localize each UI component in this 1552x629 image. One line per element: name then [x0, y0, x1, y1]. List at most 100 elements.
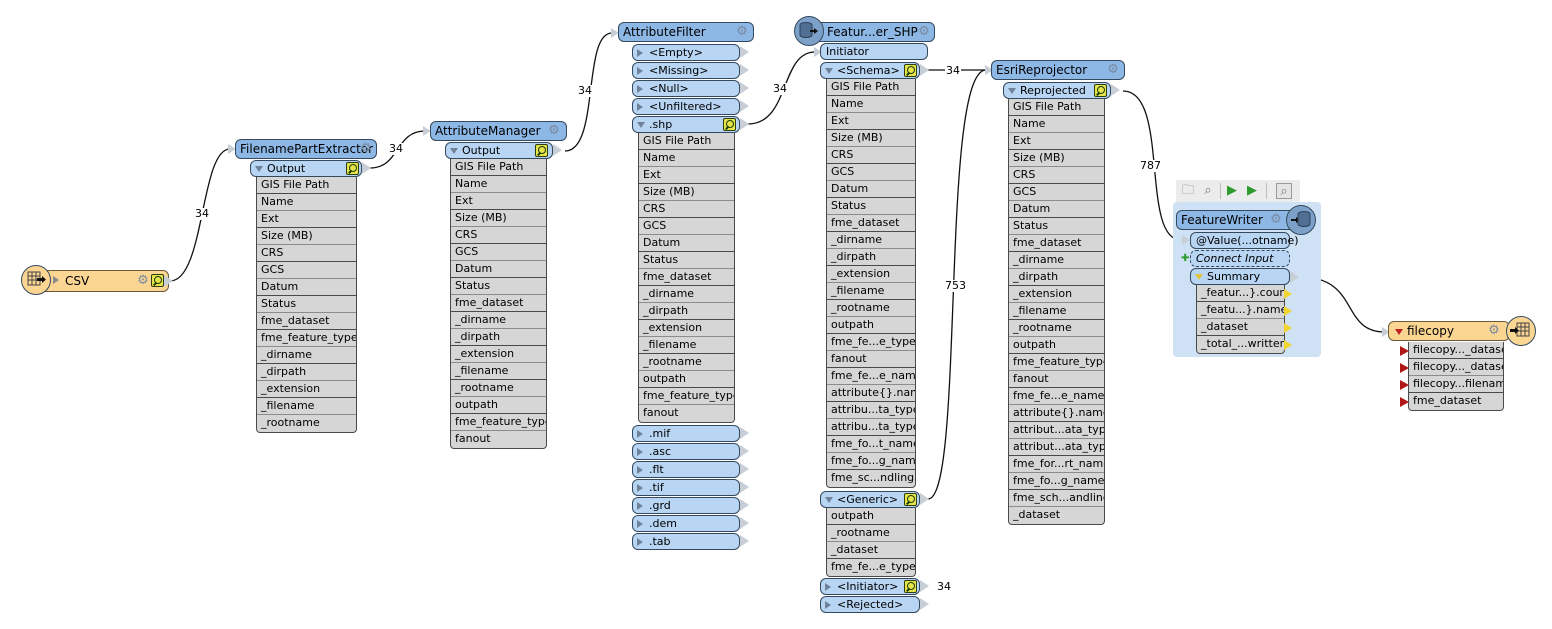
- output-port[interactable]: <Unfiltered>: [632, 98, 740, 115]
- attribute-row[interactable]: attribu...ta_type: [827, 419, 915, 436]
- attribute-output-port-icon[interactable]: [1284, 340, 1292, 350]
- attribute-row[interactable]: fme_fo...g_name: [1009, 473, 1104, 490]
- attribute-row[interactable]: fme_feature_type: [257, 330, 356, 347]
- attribute-row[interactable]: _extension: [827, 266, 915, 283]
- attribute-row[interactable]: fme_dataset: [1009, 235, 1104, 252]
- connect-input-port[interactable]: Connect Input: [1190, 250, 1290, 267]
- attribute-row[interactable]: _featu...}.name: [1197, 302, 1284, 319]
- transformer-header[interactable]: AttributeFilter ⚙: [618, 22, 754, 42]
- inspect-icon[interactable]: [904, 493, 917, 506]
- output-port[interactable]: .mif: [632, 425, 740, 442]
- collapse-icon[interactable]: [255, 166, 263, 172]
- attribute-row[interactable]: _filename: [827, 283, 915, 300]
- collapse-icon[interactable]: [637, 122, 645, 128]
- input-port-icon[interactable]: [1182, 235, 1190, 245]
- attribute-row[interactable]: Size (MB): [257, 228, 356, 245]
- attribute-row[interactable]: fme_feature_type: [451, 414, 546, 431]
- output-port-icon[interactable]: [740, 499, 749, 511]
- output-port[interactable]: .grd: [632, 497, 740, 514]
- output-port-icon[interactable]: [740, 82, 749, 94]
- attribute-row[interactable]: _dirname: [639, 286, 734, 303]
- expand-icon[interactable]: [53, 276, 59, 284]
- attribute-row[interactable]: _rootname: [257, 415, 356, 432]
- attribute-row[interactable]: fanout: [1009, 371, 1104, 388]
- attribute-row[interactable]: _dirpath: [257, 364, 356, 381]
- collapse-icon[interactable]: [825, 497, 833, 503]
- attribute-row[interactable]: fme_for...rt_name: [1009, 456, 1104, 473]
- attribute-row[interactable]: Size (MB): [451, 210, 546, 227]
- attribute-row[interactable]: GIS File Path: [639, 133, 734, 150]
- attribute-row[interactable]: filecopy...filename: [1409, 376, 1503, 393]
- expand-icon[interactable]: [637, 466, 643, 474]
- attribute-row[interactable]: fme_feature_type: [639, 388, 734, 405]
- attribute-row[interactable]: Datum: [257, 279, 356, 296]
- inspect-icon[interactable]: ⌕: [1200, 183, 1216, 199]
- attribute-row[interactable]: outpath: [451, 397, 546, 414]
- inspect-cache-icon[interactable]: ⌕: [1276, 183, 1292, 199]
- attribute-row[interactable]: GIS File Path: [1009, 99, 1104, 116]
- attribute-row[interactable]: CRS: [1009, 167, 1104, 184]
- attribute-row[interactable]: Status: [639, 252, 734, 269]
- attribute-row[interactable]: _rootname: [1009, 320, 1104, 337]
- expand-icon[interactable]: [637, 484, 643, 492]
- attribute-row[interactable]: Status: [451, 278, 546, 295]
- attribute-row[interactable]: Name: [639, 150, 734, 167]
- attribute-row[interactable]: Name: [257, 194, 356, 211]
- attribute-row[interactable]: outpath: [1009, 337, 1104, 354]
- attribute-row[interactable]: CRS: [451, 227, 546, 244]
- attribute-row[interactable]: outpath: [827, 317, 915, 334]
- attribute-row[interactable]: CRS: [639, 201, 734, 218]
- attribute-input-port-icon[interactable]: [1400, 397, 1409, 407]
- inspect-icon[interactable]: [1094, 84, 1107, 97]
- attribute-row[interactable]: Size (MB): [1009, 150, 1104, 167]
- gear-icon[interactable]: ⚙: [735, 25, 749, 39]
- output-port-icon[interactable]: [920, 598, 929, 610]
- inspect-icon[interactable]: [904, 64, 917, 77]
- output-port-icon[interactable]: [740, 427, 749, 439]
- attribute-row[interactable]: filecopy..._dataset: [1409, 342, 1503, 359]
- output-port-icon[interactable]: [740, 118, 749, 130]
- run-from-this-icon[interactable]: ▶: [1244, 183, 1260, 199]
- attribute-row[interactable]: _total_...written: [1197, 336, 1284, 353]
- output-port[interactable]: .asc: [632, 443, 740, 460]
- inspect-icon[interactable]: [535, 144, 548, 157]
- inspect-icon[interactable]: [346, 162, 359, 175]
- attribute-row[interactable]: fme_sc...ndling: [827, 470, 915, 487]
- collapse-icon[interactable]: [1395, 329, 1403, 335]
- inspect-icon[interactable]: [904, 580, 917, 593]
- reprojected-output-port[interactable]: Reprojected: [1003, 82, 1111, 99]
- attribute-row[interactable]: Status: [257, 296, 356, 313]
- expand-icon[interactable]: [825, 583, 831, 591]
- attribute-row[interactable]: Ext: [451, 193, 546, 210]
- attribute-row[interactable]: Ext: [827, 113, 915, 130]
- expand-icon[interactable]: [637, 430, 643, 438]
- attribute-row[interactable]: Name: [827, 96, 915, 113]
- transformer-header[interactable]: Featur...er_SHP ⚙: [812, 22, 935, 42]
- output-port[interactable]: .flt: [632, 461, 740, 478]
- attribute-row[interactable]: _extension: [639, 320, 734, 337]
- attribute-row[interactable]: _rootname: [827, 525, 915, 542]
- attribute-row[interactable]: GIS File Path: [827, 79, 915, 96]
- attribute-row[interactable]: _filename: [639, 337, 734, 354]
- attribute-input-port-icon[interactable]: [1400, 346, 1409, 356]
- output-port-icon[interactable]: [362, 162, 371, 174]
- collapse-icon[interactable]: [1195, 274, 1203, 280]
- open-dataset-icon[interactable]: 🗀: [1180, 183, 1196, 199]
- attribute-row[interactable]: fme_dataset: [1409, 393, 1503, 410]
- attribute-row[interactable]: _filename: [451, 363, 546, 380]
- output-port-icon[interactable]: [1111, 84, 1120, 96]
- output-port[interactable]: .dem: [632, 515, 740, 532]
- attribute-row[interactable]: _extension: [451, 346, 546, 363]
- output-port-icon[interactable]: [553, 144, 562, 156]
- attribute-row[interactable]: Size (MB): [639, 184, 734, 201]
- attribute-row[interactable]: outpath: [639, 371, 734, 388]
- attribute-row[interactable]: Datum: [639, 235, 734, 252]
- output-port-icon[interactable]: [740, 517, 749, 529]
- transformer-header[interactable]: EsriReprojector ⚙: [991, 60, 1125, 80]
- attribute-row[interactable]: _filename: [257, 398, 356, 415]
- gear-icon[interactable]: ⚙: [1106, 63, 1120, 77]
- attribute-row[interactable]: fme_fo...t_name: [827, 436, 915, 453]
- attribute-row[interactable]: attribute{}.name: [1009, 405, 1104, 422]
- attribute-row[interactable]: attribu...ta_type: [827, 402, 915, 419]
- gear-icon[interactable]: ⚙: [136, 274, 150, 288]
